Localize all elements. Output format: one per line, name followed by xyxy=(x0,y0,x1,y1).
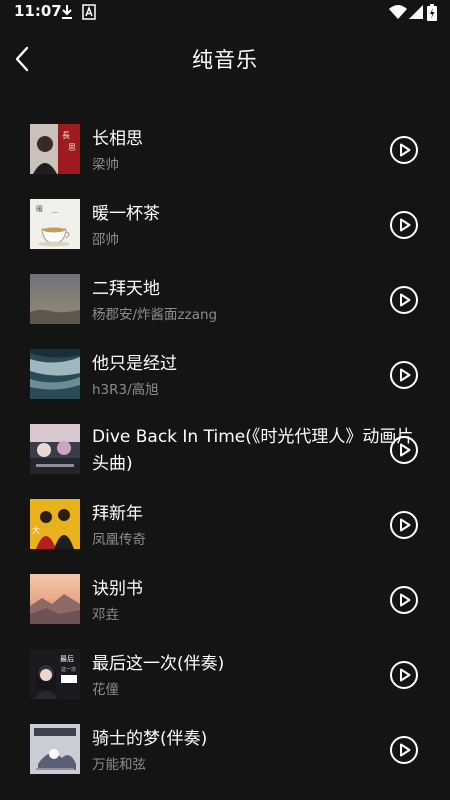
song-row[interactable]: 長 思 长相思 梁帅 xyxy=(0,112,450,187)
song-artist: 邓垚 xyxy=(92,607,119,623)
song-artist: 花僮 xyxy=(92,682,119,698)
play-circle-icon xyxy=(390,436,418,464)
song-artist: 万能和弦 xyxy=(92,757,146,773)
play-button[interactable] xyxy=(389,510,419,540)
header: 纯音乐 xyxy=(0,24,450,94)
song-title: 拜新年 xyxy=(92,504,143,524)
song-row[interactable]: 最后 这一次 最后这一次(伴奏) 花僮 xyxy=(0,637,450,712)
album-cover: 最后 这一次 xyxy=(30,649,80,699)
song-title: 暖一杯茶 xyxy=(92,204,160,224)
play-button[interactable] xyxy=(389,585,419,615)
song-title: 最后这一次(伴奏) xyxy=(92,654,225,674)
svg-text:暖: 暖 xyxy=(36,205,43,213)
play-button[interactable] xyxy=(389,435,419,465)
song-row[interactable]: 大 拜新年 凤凰传奇 xyxy=(0,487,450,562)
song-artist: 杨郡安/炸酱面zzang xyxy=(92,307,218,323)
play-circle-icon xyxy=(390,286,418,314)
song-title: 诀别书 xyxy=(92,579,143,599)
song-artist: 邵帅 xyxy=(92,232,119,248)
song-row[interactable]: Dive Back In Time(《时光代理人》动画片头曲) xyxy=(0,412,450,487)
play-button[interactable] xyxy=(389,360,419,390)
song-list: 長 思 长相思 梁帅 暖 一 暖一杯茶 邵帅 二拜天地 杨郡安/炸酱面zzang… xyxy=(0,112,450,787)
svg-text:大: 大 xyxy=(32,525,40,535)
album-cover: 長 思 xyxy=(30,124,80,174)
download-icon xyxy=(60,4,74,24)
song-title: Dive Back In Time(《时光代理人》动画片头曲) xyxy=(92,427,414,474)
album-cover xyxy=(30,274,80,324)
play-button[interactable] xyxy=(389,285,419,315)
svg-text:長: 長 xyxy=(62,131,70,140)
play-circle-icon xyxy=(390,661,418,689)
song-row[interactable]: 诀别书 邓垚 xyxy=(0,562,450,637)
song-title: 长相思 xyxy=(92,129,143,149)
album-cover xyxy=(30,349,80,399)
song-title: 骑士的梦(伴奏) xyxy=(92,729,208,749)
album-cover: 暖 一 xyxy=(30,199,80,249)
play-button[interactable] xyxy=(389,660,419,690)
play-circle-icon xyxy=(390,211,418,239)
page-title: 纯音乐 xyxy=(192,48,258,72)
song-row[interactable]: 骑士的梦(伴奏) 万能和弦 xyxy=(0,712,450,787)
play-circle-icon xyxy=(390,586,418,614)
play-circle-icon xyxy=(390,136,418,164)
play-button[interactable] xyxy=(389,210,419,240)
play-button[interactable] xyxy=(389,135,419,165)
song-row[interactable]: 暖 一 暖一杯茶 邵帅 xyxy=(0,187,450,262)
song-row[interactable]: 二拜天地 杨郡安/炸酱面zzang xyxy=(0,262,450,337)
svg-text:最后: 最后 xyxy=(60,654,74,663)
signal-icon xyxy=(409,4,423,24)
album-cover xyxy=(30,424,80,474)
play-circle-icon xyxy=(390,511,418,539)
svg-text:一: 一 xyxy=(52,210,58,217)
svg-text:思: 思 xyxy=(68,143,76,152)
status-bar: 11:07 xyxy=(0,0,450,24)
song-row[interactable]: 他只是经过 h3R3/高旭 xyxy=(0,337,450,412)
album-cover xyxy=(30,724,80,774)
album-cover xyxy=(30,574,80,624)
song-title: 他只是经过 xyxy=(92,354,177,374)
play-circle-icon xyxy=(390,736,418,764)
song-title: 二拜天地 xyxy=(92,279,160,299)
svg-text:这一次: 这一次 xyxy=(61,666,76,673)
status-time: 11:07 xyxy=(14,2,62,20)
a-badge-icon xyxy=(82,4,96,24)
battery-icon xyxy=(427,4,437,25)
song-artist: h3R3/高旭 xyxy=(92,382,159,398)
song-artist: 凤凰传奇 xyxy=(92,532,146,548)
wifi-icon xyxy=(389,4,407,24)
album-cover: 大 xyxy=(30,499,80,549)
play-circle-icon xyxy=(390,361,418,389)
play-button[interactable] xyxy=(389,735,419,765)
song-artist: 梁帅 xyxy=(92,157,119,173)
